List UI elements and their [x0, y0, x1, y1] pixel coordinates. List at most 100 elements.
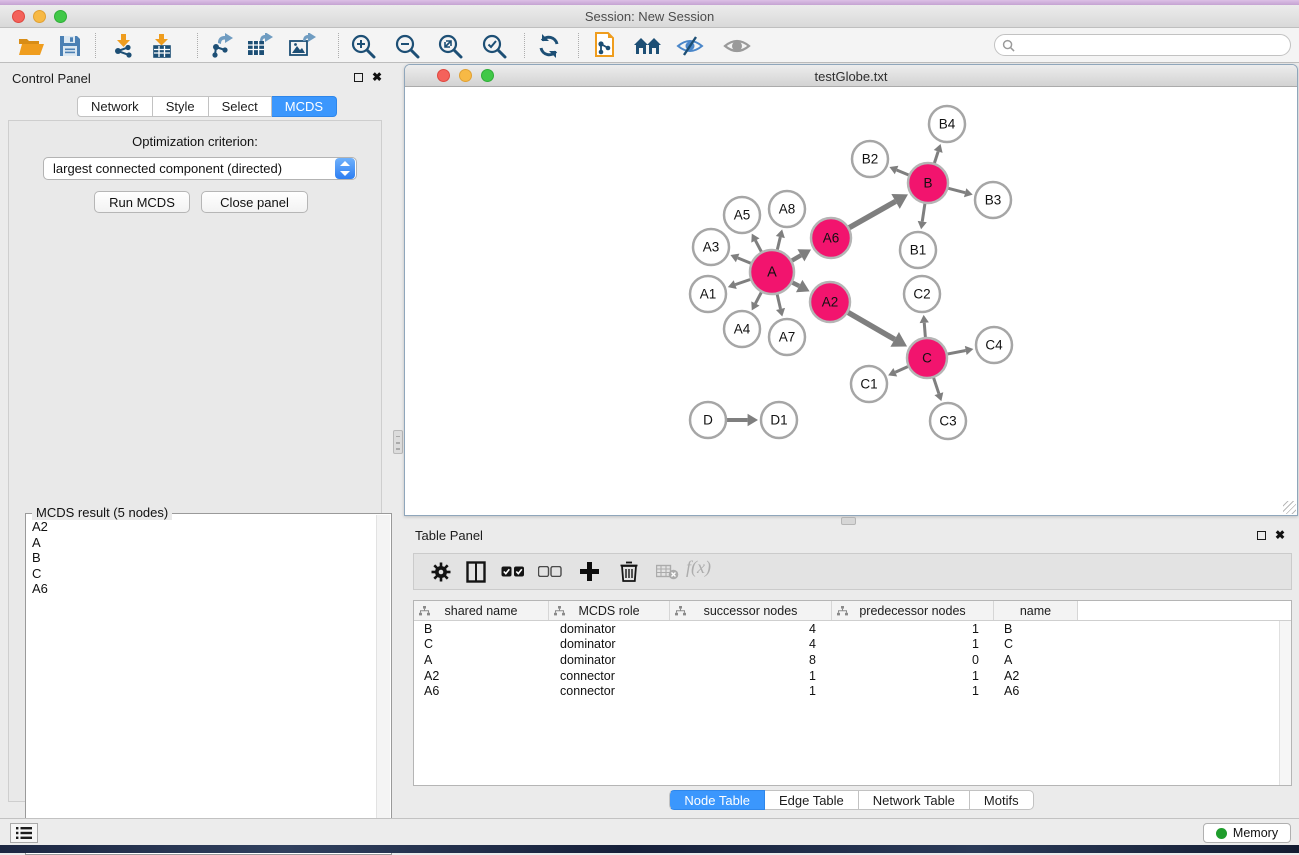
graph-node-label: C2	[913, 287, 930, 302]
deselect-all-columns-button[interactable]	[535, 557, 565, 586]
table-cell[interactable]: dominator	[549, 652, 670, 668]
table-cell[interactable]: 1	[832, 637, 994, 653]
table-cell[interactable]: A6	[994, 683, 1078, 699]
tab-mcds[interactable]: MCDS	[272, 96, 337, 117]
hide-graphics-details-button[interactable]	[672, 30, 708, 61]
table-scrollbar[interactable]	[1279, 621, 1291, 785]
table-row[interactable]: A6connector11A6	[414, 683, 1291, 699]
table-cell[interactable]: 8	[670, 652, 832, 668]
table-cell[interactable]: 4	[670, 637, 832, 653]
close-panel-icon[interactable]: ✖	[372, 72, 382, 82]
attribute-icon	[675, 606, 686, 616]
edge-A2-C[interactable]	[846, 311, 895, 339]
table-cell[interactable]: 1	[832, 621, 994, 637]
result-item[interactable]: B	[27, 550, 375, 566]
table-cell[interactable]: C	[414, 637, 549, 653]
tab-select[interactable]: Select	[209, 96, 272, 117]
table-cell[interactable]: A2	[414, 668, 549, 684]
result-item[interactable]: C	[27, 566, 375, 582]
search-input[interactable]	[1015, 38, 1290, 52]
table-row[interactable]: Adominator80A	[414, 652, 1291, 668]
tab-network[interactable]: Network	[77, 96, 153, 117]
table-cell[interactable]: 1	[832, 668, 994, 684]
open-file-button[interactable]	[13, 30, 49, 61]
result-item[interactable]: A2	[27, 519, 375, 535]
column-header-shared-name[interactable]: shared name	[414, 601, 549, 620]
tab-node-table[interactable]: Node Table	[669, 790, 765, 810]
add-column-button[interactable]	[574, 557, 604, 586]
zoom-in-button[interactable]	[345, 30, 381, 61]
column-header-name[interactable]: name	[994, 601, 1078, 620]
delete-table-button[interactable]	[652, 557, 682, 586]
function-builder-label[interactable]: f(x)	[686, 557, 711, 578]
column-header-successor-nodes[interactable]: successor nodes	[670, 601, 832, 620]
zoom-fit-button[interactable]	[432, 30, 468, 61]
import-network-button[interactable]	[106, 30, 142, 61]
memory-button[interactable]: Memory	[1203, 823, 1291, 843]
delete-column-button[interactable]	[614, 557, 644, 586]
table-cell[interactable]: 0	[832, 652, 994, 668]
show-graphics-details-button[interactable]	[719, 30, 755, 61]
result-scrollbar[interactable]	[376, 515, 390, 853]
table-cell[interactable]: C	[994, 637, 1078, 653]
export-network-button[interactable]	[203, 30, 239, 61]
network-canvas[interactable]: AA6A2BCA1A3A4A5A7A8B1B2B3B4C1C2C3C4DD1	[405, 87, 1297, 515]
duplicate-network-button[interactable]	[587, 30, 623, 61]
export-table-button[interactable]	[242, 30, 278, 61]
show-column-button[interactable]	[461, 557, 491, 586]
tab-network-table[interactable]: Network Table	[859, 790, 970, 810]
graph-node-label: A	[767, 265, 777, 281]
table-cell[interactable]: 1	[670, 683, 832, 699]
table-cell[interactable]: connector	[549, 683, 670, 699]
table-cell[interactable]: A6	[414, 683, 549, 699]
export-image-button[interactable]	[284, 30, 320, 61]
table-cell[interactable]: A2	[994, 668, 1078, 684]
table-cell[interactable]: 4	[670, 621, 832, 637]
status-bar: Memory	[0, 818, 1299, 845]
zoom-out-button[interactable]	[389, 30, 425, 61]
run-mcds-button[interactable]: Run MCDS	[94, 191, 190, 213]
table-cell[interactable]: dominator	[549, 637, 670, 653]
column-header-predecessor-nodes[interactable]: predecessor nodes	[832, 601, 994, 620]
close-panel-button[interactable]: Close panel	[201, 191, 308, 213]
table-row[interactable]: A2connector11A2	[414, 668, 1291, 684]
mcds-result-list[interactable]: A2ABCA6	[27, 519, 375, 853]
network-window-titlebar[interactable]: testGlobe.txt	[405, 65, 1297, 87]
network-view-window[interactable]: testGlobe.txt AA6A2BCA1A3A4A5A7A8B1B2B3B…	[404, 64, 1298, 516]
apply-layout-button[interactable]	[531, 30, 567, 61]
vertical-splitter-grip[interactable]	[393, 430, 403, 454]
zoom-selected-button[interactable]	[476, 30, 512, 61]
import-table-button[interactable]	[144, 30, 180, 61]
tab-motifs[interactable]: Motifs	[970, 790, 1034, 810]
select-all-columns-button[interactable]	[498, 557, 528, 586]
table-cell[interactable]: A	[994, 652, 1078, 668]
table-cell[interactable]: 1	[832, 683, 994, 699]
tab-style[interactable]: Style	[153, 96, 209, 117]
criterion-dropdown[interactable]: largest connected component (directed)	[43, 157, 357, 180]
network-graph[interactable]: AA6A2BCA1A3A4A5A7A8B1B2B3B4C1C2C3C4DD1	[405, 87, 1297, 515]
float-panel-icon[interactable]	[354, 73, 363, 82]
show-task-history-button[interactable]	[10, 823, 38, 843]
app-titlebar[interactable]: Session: New Session	[0, 5, 1299, 28]
tab-edge-table[interactable]: Edge Table	[765, 790, 859, 810]
table-cell[interactable]: connector	[549, 668, 670, 684]
column-header-MCDS-role[interactable]: MCDS role	[549, 601, 670, 620]
table-cell[interactable]: dominator	[549, 621, 670, 637]
save-session-button[interactable]	[52, 30, 88, 61]
table-cell[interactable]: A	[414, 652, 549, 668]
result-item[interactable]: A	[27, 535, 375, 551]
table-settings-button[interactable]	[426, 557, 456, 586]
table-cell[interactable]: B	[414, 621, 549, 637]
table-row[interactable]: Bdominator41B	[414, 621, 1291, 637]
edge-A6-B[interactable]	[847, 201, 896, 229]
table-row[interactable]: Cdominator41C	[414, 637, 1291, 653]
horizontal-splitter-grip[interactable]	[841, 517, 856, 525]
window-resize-grip[interactable]	[1283, 501, 1296, 514]
home-overview-button[interactable]	[630, 30, 666, 61]
table-cell[interactable]: 1	[670, 668, 832, 684]
result-item[interactable]: A6	[27, 581, 375, 597]
table-cell[interactable]: B	[994, 621, 1078, 637]
close-table-panel-icon[interactable]: ✖	[1275, 530, 1285, 540]
float-table-panel-icon[interactable]	[1257, 531, 1266, 540]
search-field[interactable]	[994, 34, 1291, 56]
